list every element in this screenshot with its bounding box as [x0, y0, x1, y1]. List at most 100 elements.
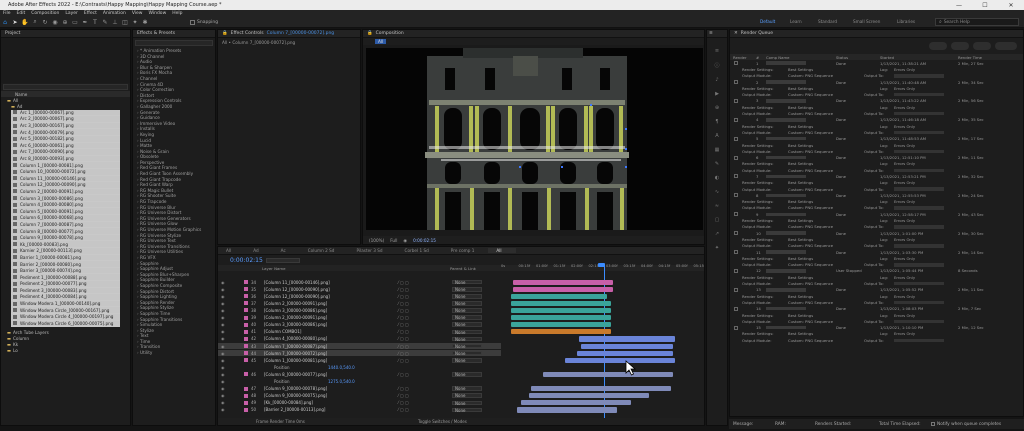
project-item[interactable]: Pediment 2_[00000-00077].png	[11, 281, 120, 288]
output-module-value[interactable]: Custom: PNG Sequence	[788, 243, 833, 248]
timeline-layer-row[interactable]: ◉ 39 [Column 2_[00000-00091].png] ⁄ ▢ ▢ None	[218, 315, 501, 321]
tools-icon[interactable]: ✦	[715, 245, 719, 251]
layer-duration-bar[interactable]	[579, 336, 675, 342]
timeline-tab[interactable]: Column 2 Sd	[300, 248, 349, 253]
eye-icon[interactable]: ◉	[221, 365, 225, 370]
log-value[interactable]: Errors Only	[894, 313, 915, 318]
workspace-standard[interactable]: Standard	[818, 19, 837, 24]
comp-time[interactable]: 0:00:02:15	[413, 238, 436, 243]
log-value[interactable]: Errors Only	[894, 331, 915, 336]
timeline-layer-row[interactable]: ◉ 37 [Column 2_[00000-00091].png] ⁄ ▢ ▢ None	[218, 300, 501, 306]
label-color-swatch[interactable]	[244, 343, 248, 348]
menu-effect[interactable]: Effect	[84, 11, 97, 16]
output-to-path[interactable]	[894, 187, 944, 191]
switches-icon[interactable]: ⁄ ▢ ▢	[398, 280, 409, 285]
switches-icon[interactable]: ⁄ ▢ ▢	[398, 329, 409, 334]
paint-icon[interactable]: ◐	[715, 175, 719, 181]
layer-name[interactable]: [Column 9_[00000-00075].png]	[264, 393, 327, 398]
output-module-value[interactable]: Custom: PNG Sequence	[788, 262, 833, 267]
switches-icon[interactable]: ⁄ ▢ ▢	[398, 372, 409, 377]
timeline-layer-row[interactable]: ◉ 40 [Column 3_[00000-00086].png] ⁄ ▢ ▢ None	[218, 322, 501, 328]
label-color-swatch[interactable]	[244, 294, 248, 299]
render-settings-value[interactable]: Best Settings	[788, 313, 813, 318]
header-num[interactable]: #	[756, 55, 759, 60]
project-item[interactable]: Pediment 3_[00000-00083].png	[11, 288, 120, 295]
layer-duration-bar[interactable]	[513, 286, 613, 292]
camera-tool-icon[interactable]: ◉	[50, 18, 60, 27]
output-module-value[interactable]: Custom: PNG Sequence	[788, 130, 833, 135]
eye-icon[interactable]: ◉	[221, 393, 225, 398]
switches-icon[interactable]: ⁄ ▢ ▢	[398, 301, 409, 306]
selection-tool-icon[interactable]: ➤	[10, 18, 20, 27]
parent-select[interactable]: None	[452, 294, 482, 299]
layer-duration-bar[interactable]	[529, 393, 649, 399]
header-started[interactable]: Started	[880, 55, 894, 60]
layer-duration-bar[interactable]	[511, 322, 611, 328]
parent-select[interactable]: None	[452, 343, 482, 349]
timeline-search-input[interactable]	[266, 257, 300, 263]
render-settings-value[interactable]: Best Settings	[788, 237, 813, 242]
stop-button[interactable]	[951, 42, 969, 50]
layer-name[interactable]: [Column 3_[00000-00086].png]	[264, 308, 327, 313]
layer-name[interactable]: [Column 12_[00000-00090].png]	[264, 287, 330, 292]
output-to-path[interactable]	[894, 281, 944, 286]
eraser-tool-icon[interactable]: ◫	[120, 18, 130, 27]
project-item[interactable]: Window Modera Circle 4_[00000-00197].png	[11, 314, 120, 321]
rotate-tool-icon[interactable]: ↻	[40, 18, 50, 27]
layer-duration-bar[interactable]	[565, 357, 675, 363]
switches-icon[interactable]: ⁄ ▢ ▢	[398, 407, 409, 412]
project-tab[interactable]: Project	[1, 30, 130, 38]
project-item[interactable]: Column 3_[00000-00086].png	[11, 195, 120, 202]
output-to-path[interactable]	[894, 225, 944, 229]
project-item[interactable]: Arc 8_[00000-00093].png	[11, 156, 120, 163]
layer-duration-bar[interactable]	[511, 308, 611, 314]
parent-select[interactable]: None	[452, 301, 482, 306]
switches-icon[interactable]: ⁄ ▢ ▢	[398, 336, 409, 341]
menu-view[interactable]: View	[132, 11, 143, 16]
preview-icon[interactable]: ▶	[715, 91, 719, 97]
output-to-path[interactable]	[894, 300, 944, 305]
pan-behind-icon[interactable]: ⊕	[60, 18, 70, 27]
home-icon[interactable]: ⌂	[0, 18, 10, 27]
parent-select[interactable]: None	[452, 286, 482, 292]
menu-window[interactable]: Window	[149, 11, 167, 16]
close-tab-icon[interactable]: ✕	[734, 31, 738, 36]
render-settings-value[interactable]: Best Settings	[788, 256, 813, 261]
effect-category[interactable]: › Utility	[133, 350, 215, 356]
output-module-value[interactable]: Custom: PNG Sequence	[788, 149, 833, 154]
label-color-swatch[interactable]	[244, 336, 248, 341]
smoother-icon[interactable]: ≈	[715, 203, 719, 209]
render-comp-name[interactable]	[766, 288, 806, 292]
render-settings-value[interactable]: Best Settings	[788, 218, 813, 223]
project-item[interactable]: Pediment 1_[00000-00088].png	[11, 274, 120, 281]
eye-icon[interactable]: ◉	[221, 400, 225, 405]
parent-select[interactable]: None	[452, 308, 482, 313]
render-comp-name[interactable]	[766, 155, 806, 160]
log-value[interactable]: Errors Only	[894, 237, 915, 242]
output-module-value[interactable]: Custom: PNG Sequence	[788, 281, 833, 286]
eye-icon[interactable]: ◉	[221, 344, 225, 349]
timeline-layer-row[interactable]: ◉ 41 [Column COMBO1] ⁄ ▢ ▢ None	[218, 329, 501, 335]
toggle-switches-modes[interactable]: Toggle Switches / Modes	[418, 419, 467, 424]
mask-icon[interactable]: ▢	[715, 217, 720, 223]
output-module-value[interactable]: Custom: PNG Sequence	[788, 92, 833, 97]
switches-icon[interactable]: ⁄ ▢ ▢	[398, 294, 409, 299]
column-parent-link[interactable]: Parent & Link	[450, 266, 476, 271]
render-checkbox[interactable]	[734, 287, 738, 292]
project-item[interactable]: Column 8_[00000-00077].png	[11, 228, 120, 235]
camera-snapshot-icon[interactable]: ◉	[403, 238, 407, 243]
render-checkbox[interactable]	[734, 98, 738, 103]
header-comp-name[interactable]: Comp Name	[766, 55, 790, 60]
project-item[interactable]: Column 11_[00000-00146].png	[11, 176, 120, 183]
header-render-time[interactable]: Render Time	[958, 55, 982, 60]
output-module-value[interactable]: Custom: PNG Sequence	[788, 187, 833, 192]
parent-select[interactable]: None	[452, 329, 482, 335]
timeline-layer-row[interactable]: ◉ 50 [Barrier 2_[00000-00113].png] ⁄ ▢ ▢ Non…	[218, 407, 501, 413]
layer-name[interactable]: [Kk_[00000-00084].png]	[264, 400, 313, 405]
effect-controls-tab[interactable]: 🔒 Effect Controls Column 7_[00000-00072]…	[218, 30, 360, 38]
layer-name[interactable]: [Column 11_[00000-00146].png]	[264, 280, 330, 285]
paragraph-icon[interactable]: ¶	[715, 119, 718, 125]
project-item[interactable]: Column 7_[00000-00087].png	[11, 222, 120, 229]
switches-icon[interactable]: ⁄ ▢ ▢	[398, 308, 409, 313]
layer-name[interactable]: [Column 3_[00000-00086].png]	[264, 322, 327, 327]
